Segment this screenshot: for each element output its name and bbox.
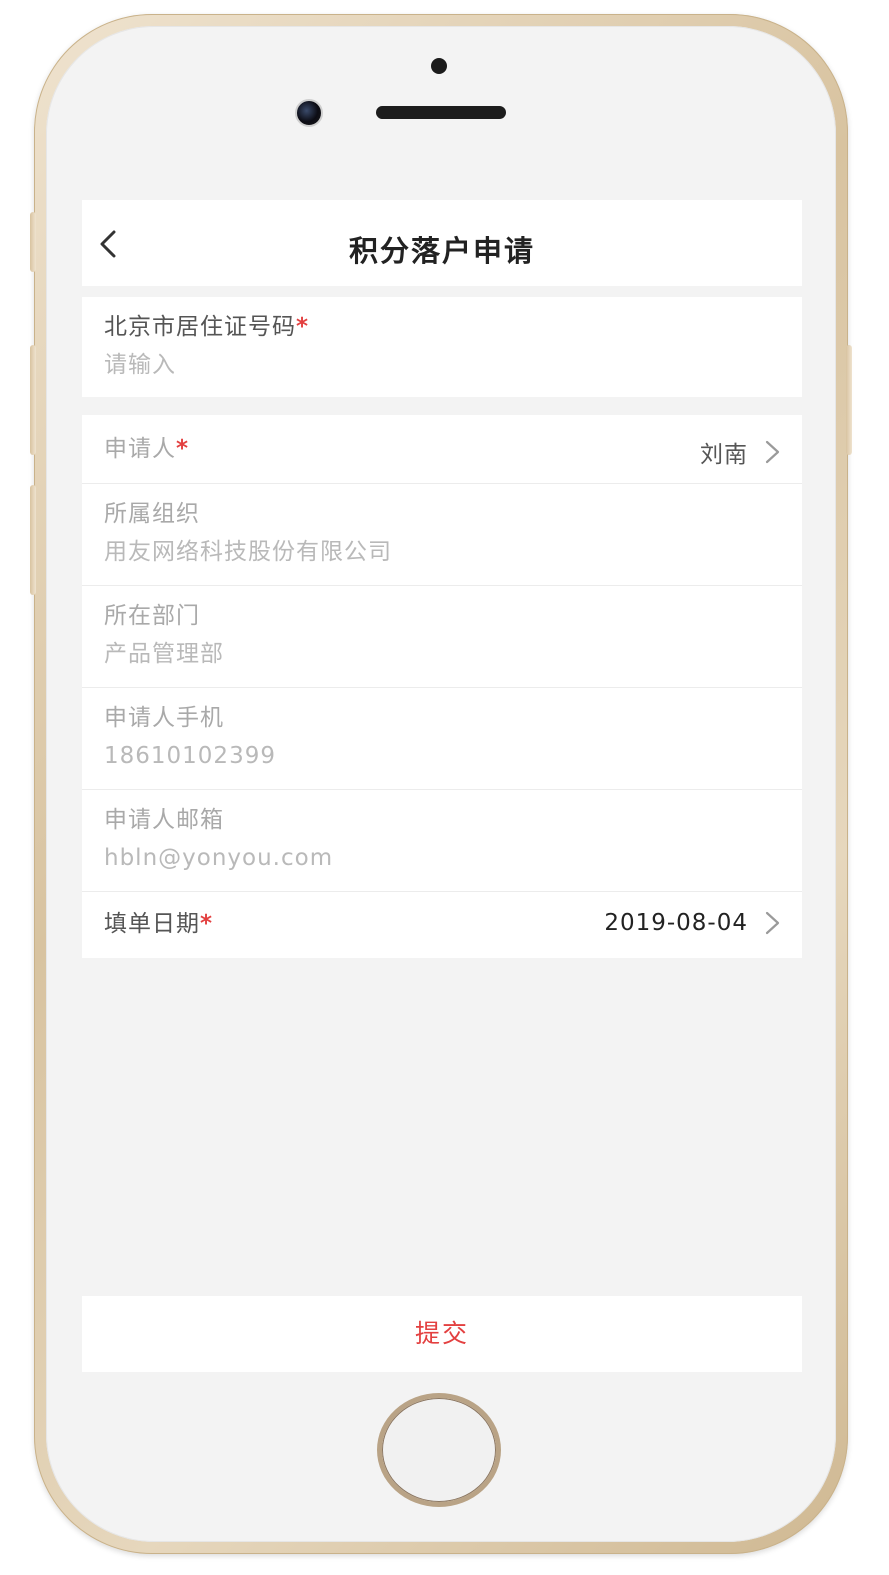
applicant-row[interactable]: 申请人*: [104, 435, 802, 465]
applicant-info-section: 申请人* 刘南 所属组织 用友网络科技股份有限公司 所在部门 产品管理部 申请人…: [82, 415, 802, 958]
applicant-value: 刘南: [700, 442, 748, 468]
fill-date-value: 2019-08-04: [604, 910, 748, 936]
email-label: 申请人邮箱: [104, 807, 224, 833]
divider: [82, 891, 802, 892]
organization-label: 所属组织: [104, 501, 200, 527]
department-label: 所在部门: [104, 603, 200, 629]
chevron-right-icon: [765, 911, 780, 935]
submit-bar: 提交: [82, 1296, 802, 1372]
required-mark: *: [200, 911, 214, 937]
organization-field: 所属组织 用友网络科技股份有限公司: [104, 500, 802, 566]
front-camera: [295, 99, 323, 127]
volume-down-button: [30, 345, 36, 455]
organization-value: 用友网络科技股份有限公司: [104, 539, 392, 565]
power-button: [846, 345, 852, 455]
page-title: 积分落户申请: [348, 234, 535, 268]
applicant-label: 申请人*: [104, 436, 190, 462]
phone-field: 申请人手机 18610102399: [104, 704, 802, 770]
divider: [82, 789, 802, 790]
department-field: 所在部门 产品管理部: [104, 602, 802, 668]
app-screen: 积分落户申请 北京市居住证号码* 请输入 申请人* 刘南 所属组织 用友网络科技…: [82, 200, 802, 1372]
mute-switch: [30, 485, 36, 595]
divider: [82, 585, 802, 586]
applicant-selector[interactable]: 刘南: [700, 435, 782, 469]
home-button[interactable]: [377, 1393, 501, 1507]
submit-button[interactable]: 提交: [82, 1296, 802, 1372]
residence-permit-section: 北京市居住证号码* 请输入: [82, 297, 802, 397]
chevron-right-icon: [765, 440, 780, 464]
email-value: hbln@yonyou.com: [104, 845, 334, 871]
residence-permit-field[interactable]: 北京市居住证号码* 请输入: [104, 313, 802, 379]
phone-value: 18610102399: [104, 743, 276, 769]
fill-date-picker[interactable]: 2019-08-04: [604, 910, 782, 936]
divider: [82, 687, 802, 688]
divider: [82, 483, 802, 484]
department-value: 产品管理部: [104, 641, 224, 667]
proximity-sensor: [431, 58, 447, 74]
residence-permit-label: 北京市居住证号码*: [104, 314, 310, 340]
volume-up-button: [30, 212, 36, 272]
residence-permit-input[interactable]: 请输入: [104, 351, 802, 379]
phone-label: 申请人手机: [104, 705, 224, 731]
earpiece-speaker: [376, 106, 506, 119]
email-field: 申请人邮箱 hbln@yonyou.com: [104, 806, 802, 872]
required-mark: *: [296, 314, 310, 340]
required-mark: *: [176, 436, 190, 462]
navigation-bar: 积分落户申请: [82, 200, 802, 286]
